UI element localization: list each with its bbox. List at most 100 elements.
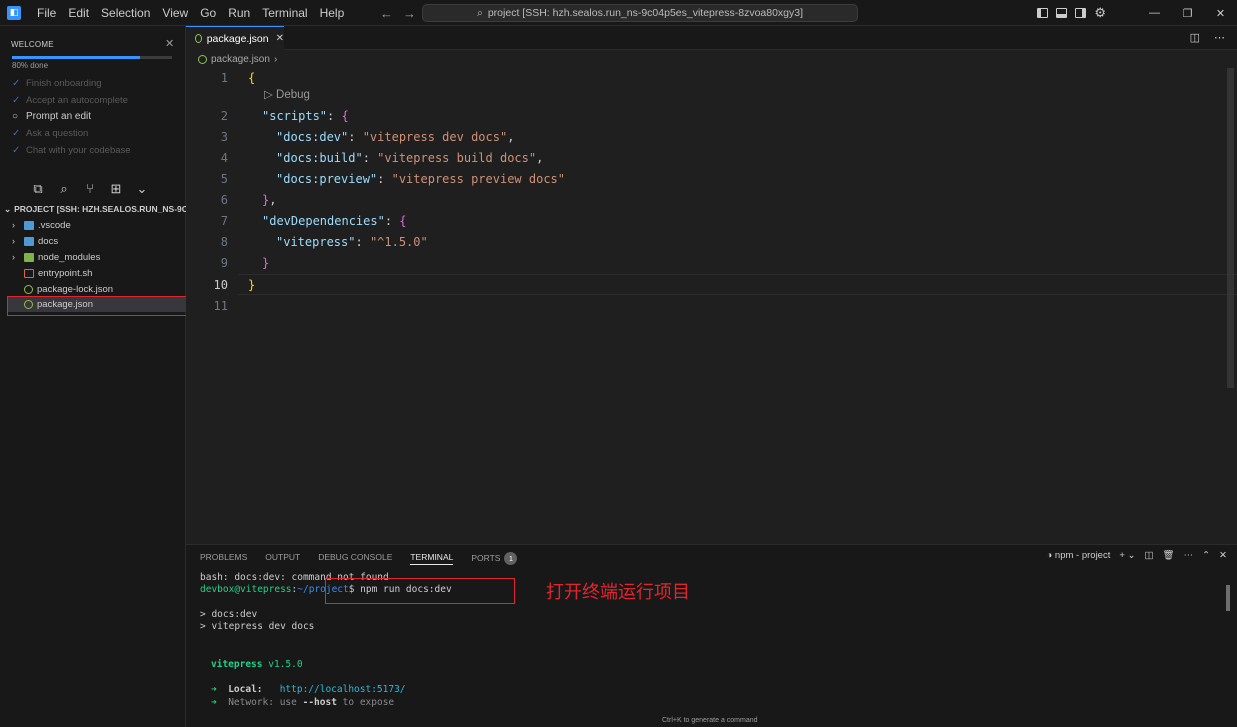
trash-icon[interactable]: 🗑	[1163, 550, 1175, 561]
play-icon: ▷	[264, 89, 277, 101]
explorer-icon[interactable]: ⧉	[32, 181, 44, 197]
terminal-vitepress-version: vitepress v1.5.0	[211, 659, 303, 670]
json-file-icon	[195, 34, 202, 43]
menu-help[interactable]: Help	[314, 0, 351, 26]
panel-tabs: PROBLEMS OUTPUT DEBUG CONSOLE TERMINAL P…	[200, 552, 518, 565]
chevron-down-icon[interactable]: ⌄	[136, 181, 148, 197]
nav-arrows: ← →	[380, 0, 416, 26]
maximize-panel-icon[interactable]: ⌃	[1202, 550, 1210, 561]
terminal-instance[interactable]: ◑ npm - project	[1047, 550, 1111, 561]
new-terminal-icon[interactable]: + ⌄	[1119, 550, 1135, 561]
menu-run[interactable]: Run	[222, 0, 256, 26]
code-line-current: 10}	[213, 277, 256, 292]
chevron-right-icon: ›	[12, 220, 15, 230]
menu-edit[interactable]: Edit	[62, 0, 95, 26]
tree-item-entrypoint[interactable]: entrypoint.sh	[12, 265, 92, 281]
tab-debug-console[interactable]: DEBUG CONSOLE	[318, 552, 392, 565]
tree-item-node-modules[interactable]: › node_modules	[12, 249, 100, 265]
terminal-actions: ◑ npm - project + ⌄ ◫ 🗑 ⋯ ⌃ ✕	[1047, 550, 1227, 561]
tree-item-package-lock[interactable]: package-lock.json	[12, 281, 113, 297]
explorer-root[interactable]: ⌄ PROJECT [SSH: HZH.SEALOS.RUN_NS-9C04...	[4, 204, 204, 215]
code-line: 4 "docs:build": "vitepress build docs",	[220, 150, 544, 165]
check-icon: ✓	[12, 128, 21, 139]
breadcrumb: package.json ›	[186, 50, 277, 68]
chevron-right-icon: ›	[273, 53, 278, 65]
terminal-line: > vitepress dev docs	[200, 621, 315, 632]
minimize-icon[interactable]: —	[1138, 7, 1171, 19]
tab-problems[interactable]: PROBLEMS	[200, 552, 247, 565]
tab-output[interactable]: OUTPUT	[265, 552, 300, 565]
tab-package-json[interactable]: package.json ✕	[186, 26, 284, 50]
close-panel-icon[interactable]: ✕	[1219, 550, 1227, 561]
close-window-icon[interactable]: ✕	[1204, 7, 1237, 20]
chevron-down-icon: ⌄	[4, 204, 12, 214]
menu-file[interactable]: File	[31, 0, 62, 26]
menu-terminal[interactable]: Terminal	[256, 0, 313, 26]
code-line: 3 "docs:dev": "vitepress dev docs",	[220, 129, 515, 144]
command-center-text: project [SSH: hzh.sealos.run_ns-9c04p5es…	[487, 7, 804, 19]
task-chat-codebase[interactable]: ✓ Chat with your codebase	[12, 145, 131, 156]
chevron-right-icon: ›	[12, 236, 15, 246]
menu-selection[interactable]: Selection	[95, 0, 156, 26]
onboarding-progress-bar	[12, 56, 172, 59]
highlight-box-package-json	[7, 296, 200, 316]
task-finish-onboarding[interactable]: ✓ Finish onboarding	[12, 78, 102, 89]
tree-item-vscode[interactable]: › .vscode	[12, 217, 71, 233]
docs-folder-icon	[24, 236, 34, 246]
extensions-icon[interactable]: ⊞	[110, 181, 122, 197]
more-actions-icon[interactable]: ⋯	[1214, 31, 1225, 44]
node-folder-icon	[24, 252, 34, 262]
breadcrumb-bar	[186, 50, 1237, 68]
task-accept-autocomplete[interactable]: ✓ Accept an autocomplete	[12, 95, 128, 106]
task-prompt-edit[interactable]: ○ Prompt an edit	[12, 111, 91, 122]
terminal-scrollbar[interactable]	[1226, 585, 1230, 611]
window-controls: ⚙ — ❐ ✕	[1037, 0, 1237, 26]
settings-gear-icon[interactable]: ⚙	[1094, 6, 1106, 19]
code-line: 9}	[220, 255, 270, 270]
debug-codelens[interactable]: ▷ Debug	[264, 87, 310, 101]
welcome-close-icon[interactable]: ✕	[165, 37, 174, 50]
editor-scrollbar[interactable]	[1227, 68, 1234, 388]
code-line: 6},	[220, 192, 277, 207]
search-view-icon[interactable]: ⌕	[58, 181, 70, 197]
tab-terminal[interactable]: TERMINAL	[410, 552, 454, 565]
terminal-network: ➜ Network: use --host to expose	[211, 697, 395, 708]
toggle-secondary-sidebar-icon[interactable]	[1075, 8, 1087, 18]
search-icon: ⌕	[476, 6, 483, 19]
back-arrow-icon[interactable]: ←	[380, 6, 393, 21]
progress-text: 80% done	[12, 61, 49, 70]
menu-go[interactable]: Go	[194, 0, 222, 26]
more-actions-icon[interactable]: ⋯	[1184, 550, 1194, 561]
toggle-panel-icon[interactable]	[1056, 8, 1068, 18]
vscode-folder-icon	[24, 220, 34, 230]
generate-command-hint: Ctrl+K to generate a command	[662, 717, 758, 724]
activity-icons: ⧉ ⌕ ⑂ ⊞ ⌄	[32, 181, 148, 197]
annotation-text: 打开终端运行项目	[546, 582, 690, 603]
app-logo-icon: ◧	[7, 5, 21, 20]
code-line: 2 "scripts": {	[220, 108, 349, 123]
breadcrumb-file[interactable]: package.json	[211, 54, 270, 65]
close-icon[interactable]: ✕	[276, 33, 284, 44]
terminal-icon: ◑	[1046, 550, 1055, 561]
toggle-primary-sidebar-icon[interactable]	[1037, 8, 1049, 18]
menu-view[interactable]: View	[156, 0, 194, 26]
split-editor-icon[interactable]: ◫	[1190, 31, 1200, 44]
task-ask-question[interactable]: ✓ Ask a question	[12, 128, 88, 139]
forward-arrow-icon[interactable]: →	[403, 6, 416, 21]
current-line-highlight	[238, 274, 1237, 295]
code-line: 11	[213, 298, 228, 313]
json-file-icon	[198, 54, 207, 64]
source-control-icon[interactable]: ⑂	[84, 181, 96, 197]
code-editor[interactable]: 1{ ▷ Debug 2 "scripts": { 3 "docs:dev": "v…	[186, 68, 1237, 544]
split-terminal-icon[interactable]: ◫	[1145, 550, 1154, 561]
tree-item-docs[interactable]: › docs	[12, 233, 58, 249]
editor-actions: ◫ ⋯	[1190, 31, 1225, 44]
tab-ports[interactable]: PORTS 1	[471, 552, 518, 565]
json-file-icon	[24, 284, 33, 294]
command-center[interactable]: ⌕ project [SSH: hzh.sealos.run_ns-9c04p5…	[422, 4, 858, 22]
welcome-title: WELCOME	[11, 40, 54, 49]
ports-badge: 1	[504, 552, 518, 565]
check-icon: ✓	[12, 78, 21, 89]
restore-icon[interactable]: ❐	[1171, 7, 1204, 20]
code-line: 5 "docs:preview": "vitepress preview docs…	[220, 171, 565, 186]
